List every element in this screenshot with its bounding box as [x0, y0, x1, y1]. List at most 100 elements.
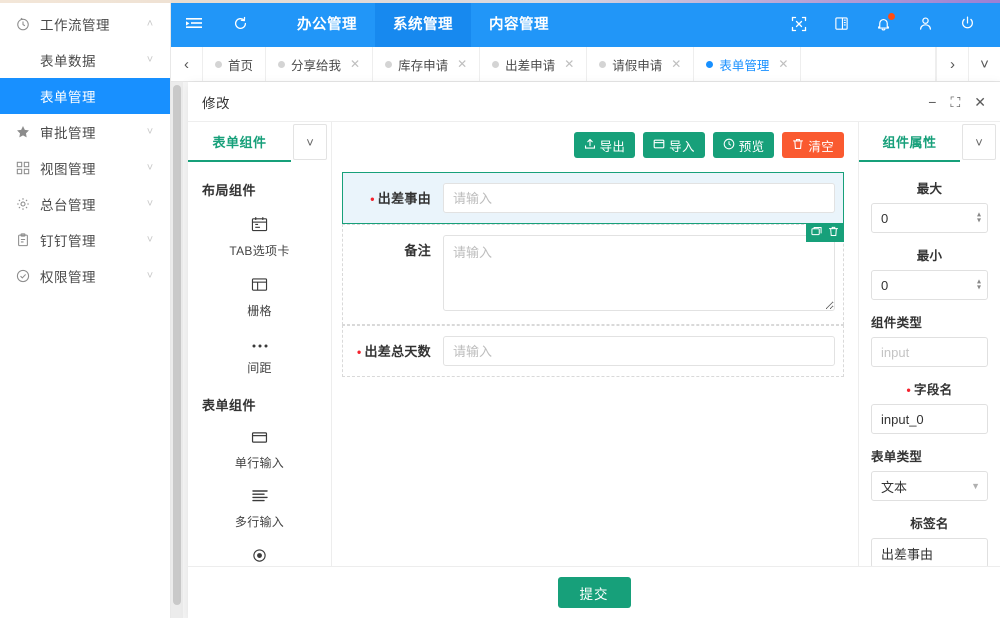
tab-scroll-prev[interactable]: ‹ — [171, 47, 203, 81]
header-menu-label: 内容管理 — [489, 13, 549, 34]
sidebar-item-2[interactable]: 表单管理 — [0, 78, 170, 114]
submit-button[interactable]: 提交 — [558, 577, 631, 608]
field-action-bar — [806, 223, 844, 242]
copy-icon[interactable] — [811, 226, 822, 240]
fullscreen-icon[interactable] — [778, 0, 820, 47]
property-input-4[interactable] — [871, 471, 988, 501]
form-field-input[interactable] — [443, 336, 835, 366]
sidebar-item-5[interactable]: 总台管理˅ — [0, 186, 170, 222]
bell-icon[interactable] — [862, 0, 904, 47]
form-field-input[interactable] — [443, 183, 835, 213]
palette-item-1-0[interactable]: 单行输入 — [188, 422, 331, 480]
number-spinner-1[interactable]: ▴▾ — [977, 279, 981, 292]
palette-collapse-button[interactable]: ˅ — [293, 124, 327, 160]
palette-item-label: TAB选项卡 — [229, 242, 289, 259]
refresh-icon[interactable] — [217, 0, 263, 47]
tab-label: 请假申请 — [612, 55, 662, 74]
header-menu-item-0[interactable]: 办公管理 — [279, 0, 375, 47]
tab-close-icon[interactable]: ✕ — [564, 57, 574, 71]
toolbar-button-3[interactable]: 清空 — [782, 132, 844, 158]
header-menu-item-2[interactable]: 内容管理 — [471, 0, 567, 47]
theme-icon[interactable] — [820, 0, 862, 47]
header-menu-label: 办公管理 — [297, 13, 357, 34]
export-icon — [584, 138, 596, 153]
tab-form-components[interactable]: 表单组件 — [188, 122, 291, 162]
tab-dropdown-button[interactable]: ˅ — [968, 47, 1000, 81]
property-input-1[interactable] — [871, 270, 988, 300]
multi-line-input-icon — [251, 489, 269, 506]
sidebar-item-1[interactable]: 表单数据˅ — [0, 42, 170, 78]
form-field-2[interactable]: •出差总天数 — [342, 325, 844, 377]
menu-fold-icon[interactable] — [171, 0, 217, 47]
form-field-textarea[interactable] — [443, 235, 835, 311]
tab-item-3[interactable]: 出差申请✕ — [480, 47, 587, 81]
property-input-5[interactable] — [871, 538, 988, 566]
page-scrollbar-thumb[interactable] — [173, 85, 181, 605]
palette-item-0-2[interactable]: 间距 — [188, 328, 331, 385]
tab-close-icon[interactable]: ✕ — [778, 57, 788, 71]
form-field-0[interactable]: •出差事由 — [342, 172, 844, 224]
sidebar-item-label: 钉钉管理 — [40, 230, 144, 250]
tab-component-properties[interactable]: 组件属性 — [859, 122, 960, 162]
sidebar-item-label: 工作流管理 — [40, 14, 144, 34]
minimize-icon[interactable]: − — [928, 95, 936, 109]
form-field-label: •出差事由 — [351, 183, 443, 207]
modal-footer: 提交 — [188, 566, 1000, 618]
user-icon[interactable] — [904, 0, 946, 47]
modal-body: 表单组件 ˅ 布局组件TAB选项卡栅格间距表单组件单行输入多行输入单选框 导出导… — [188, 122, 1000, 566]
palette-item-0-0[interactable]: TAB选项卡 — [188, 207, 331, 268]
sidebar-item-6[interactable]: 钉钉管理˅ — [0, 222, 170, 258]
toolbar-button-0[interactable]: 导出 — [574, 132, 636, 158]
tab-item-1[interactable]: 分享给我✕ — [266, 47, 373, 81]
maximize-icon[interactable]: ⛶ — [950, 95, 960, 109]
sidebar-accent-bar — [0, 0, 171, 3]
tab-item-5[interactable]: 表单管理 ✕ — [694, 47, 801, 81]
sidebar-item-label: 表单管理 — [40, 86, 144, 106]
delete-icon[interactable] — [828, 226, 839, 240]
clock-icon — [14, 17, 32, 31]
chevron-icon: ˅ — [144, 162, 156, 174]
property-label-2: 组件类型 — [871, 300, 988, 337]
tab-item-2[interactable]: 库存申请✕ — [373, 47, 480, 81]
canvas-toolbar: 导出导入预览清空 — [332, 122, 858, 166]
palette-item-1-2[interactable]: 单选框 — [188, 539, 331, 566]
number-spinner-0[interactable]: ▴▾ — [977, 212, 981, 225]
sidebar-item-3[interactable]: 审批管理˅ — [0, 114, 170, 150]
props-tab-header: 组件属性 ˅ — [859, 122, 1000, 162]
palette-item-1-1[interactable]: 多行输入 — [188, 480, 331, 539]
toolbar-button-1[interactable]: 导入 — [643, 132, 705, 158]
chevron-icon: ˄ — [144, 18, 156, 30]
sidebar-item-0[interactable]: 工作流管理˄ — [0, 6, 170, 42]
tab-close-icon[interactable]: ✕ — [671, 57, 681, 71]
form-field-control — [443, 235, 835, 314]
modal-header: 修改 − ⛶ ✕ — [188, 82, 1000, 122]
sidebar-item-label: 审批管理 — [40, 122, 144, 142]
tab-close-icon[interactable]: ✕ — [457, 57, 467, 71]
tab-scroll-next[interactable]: › — [936, 47, 968, 81]
palette-item-0-1[interactable]: 栅格 — [188, 268, 331, 328]
top-header: 办公管理系统管理内容管理 — [171, 0, 1000, 47]
close-icon[interactable]: ✕ — [974, 95, 986, 109]
form-field-1[interactable]: 备注 — [342, 224, 844, 325]
tab-item-4[interactable]: 请假申请 ✕ — [587, 47, 694, 81]
page-scrollbar-track[interactable] — [171, 82, 183, 618]
power-icon[interactable] — [946, 0, 988, 47]
sidebar-item-label: 表单数据 — [40, 50, 144, 70]
tab-status-dot — [706, 61, 713, 68]
properties-field-list: 最大▴▾最小▴▾组件类型•字段名表单类型▼标签名 — [859, 162, 1000, 566]
property-input-2[interactable] — [871, 337, 988, 367]
tab-status-dot — [599, 61, 606, 68]
chevron-icon: ˅ — [144, 54, 156, 66]
tab-status-dot — [278, 61, 285, 68]
property-field-4: ▼ — [871, 471, 988, 501]
tab-close-icon[interactable]: ✕ — [350, 57, 360, 71]
props-collapse-button[interactable]: ˅ — [962, 124, 996, 160]
property-input-3[interactable] — [871, 404, 988, 434]
sidebar-item-4[interactable]: 视图管理˅ — [0, 150, 170, 186]
sidebar-item-7[interactable]: 权限管理˅ — [0, 258, 170, 294]
header-menu-item-1[interactable]: 系统管理 — [375, 0, 471, 47]
toolbar-button-2[interactable]: 预览 — [713, 132, 775, 158]
tab-label: 表单管理 — [719, 55, 769, 74]
tab-item-0[interactable]: 首页 — [203, 47, 266, 81]
property-input-0[interactable] — [871, 203, 988, 233]
